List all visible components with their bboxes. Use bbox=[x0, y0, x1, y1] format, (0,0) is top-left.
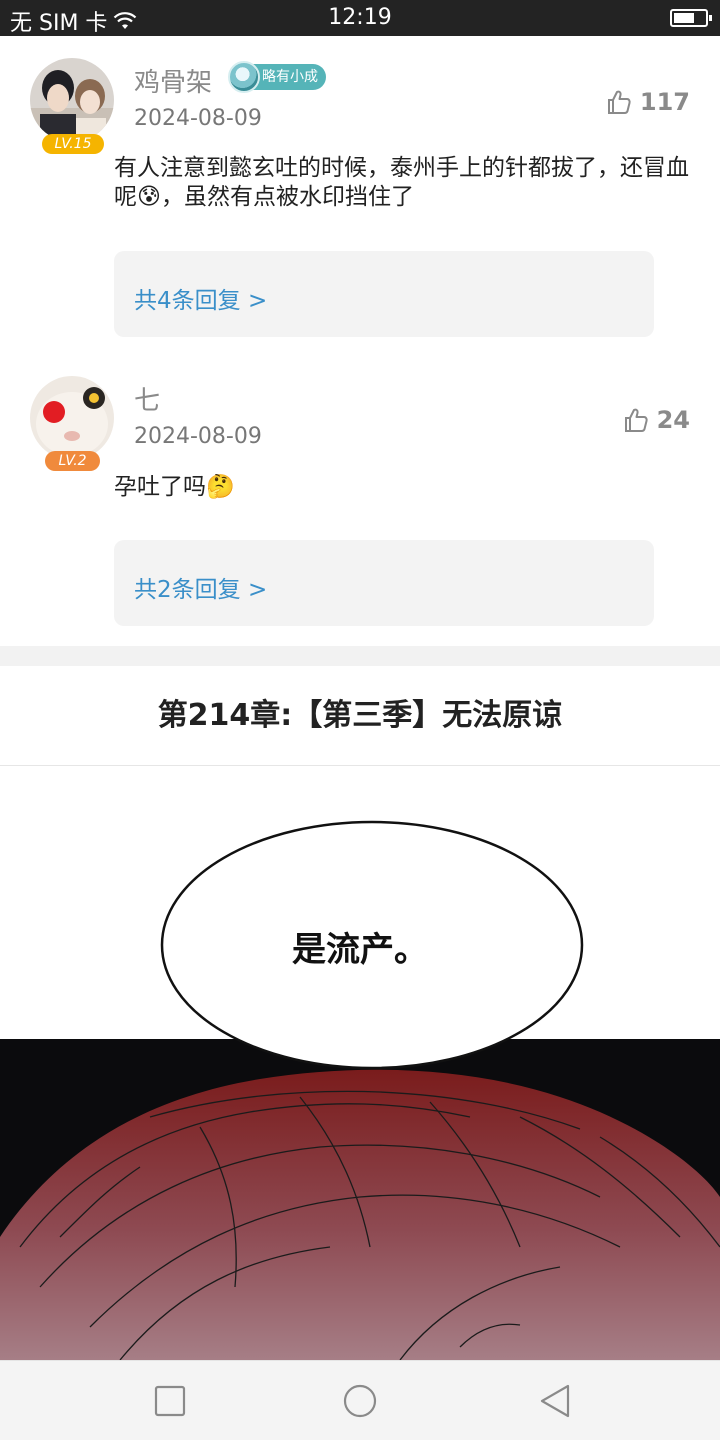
title-badge-label: 略有小成 bbox=[262, 69, 318, 85]
thumbs-up-icon bbox=[607, 90, 631, 114]
replies-box[interactable]: 共2条回复 > bbox=[114, 540, 654, 626]
navigation-bar bbox=[0, 1360, 720, 1440]
comment-text: 孕吐了吗🤔 bbox=[114, 474, 235, 500]
circle-icon[interactable] bbox=[342, 1383, 378, 1419]
comment-date: 2024-08-09 bbox=[134, 106, 262, 131]
comment-text: 有人注意到懿玄吐的时候，泰州手上的针都拔了，还冒血呢😰，虽然有点被水印挡住了 bbox=[114, 155, 689, 210]
like-button[interactable]: 117 bbox=[606, 88, 690, 116]
avatar[interactable] bbox=[30, 376, 114, 460]
comment-item: LV.2 七 2024-08-09 24 孕吐了吗🤔 共2条回复 > bbox=[0, 346, 720, 646]
avatar-image bbox=[30, 58, 114, 142]
like-button[interactable]: 24 bbox=[623, 406, 690, 434]
like-count: 117 bbox=[639, 88, 690, 116]
title-badge: 略有小成 bbox=[228, 61, 326, 93]
thumbs-up-icon bbox=[624, 408, 648, 432]
username[interactable]: 七 bbox=[134, 380, 160, 417]
like-count: 24 bbox=[656, 406, 690, 434]
username[interactable]: 鸡骨架 bbox=[134, 62, 212, 99]
replies-link[interactable]: 共4条回复 > bbox=[134, 281, 267, 315]
level-badge: LV.15 bbox=[42, 134, 104, 154]
battery-icon bbox=[670, 9, 712, 27]
speech-bubble-text: 是流产。 bbox=[292, 930, 428, 970]
gem-icon bbox=[228, 61, 260, 93]
status-time: 12:19 bbox=[328, 5, 392, 30]
avatar-image bbox=[30, 376, 114, 460]
replies-link[interactable]: 共2条回复 > bbox=[134, 570, 267, 604]
square-icon[interactable] bbox=[152, 1383, 188, 1419]
comic-artwork bbox=[0, 820, 720, 1360]
back-triangle-icon[interactable] bbox=[536, 1383, 572, 1419]
comic-panel[interactable]: 是流产。 bbox=[0, 767, 720, 1360]
replies-box[interactable]: 共4条回复 > bbox=[114, 251, 654, 337]
comment-date: 2024-08-09 bbox=[134, 424, 262, 449]
level-badge: LV.2 bbox=[45, 451, 100, 471]
section-divider bbox=[0, 646, 720, 666]
chapter-title: 第214章:【第三季】无法原谅 bbox=[0, 666, 720, 766]
status-bar: 无 SIM 卡 12:19 bbox=[0, 0, 720, 36]
avatar[interactable] bbox=[30, 58, 114, 142]
comment-item: LV.15 鸡骨架 略有小成 2024-08-09 117 有人注意到懿玄吐的时… bbox=[0, 36, 720, 346]
